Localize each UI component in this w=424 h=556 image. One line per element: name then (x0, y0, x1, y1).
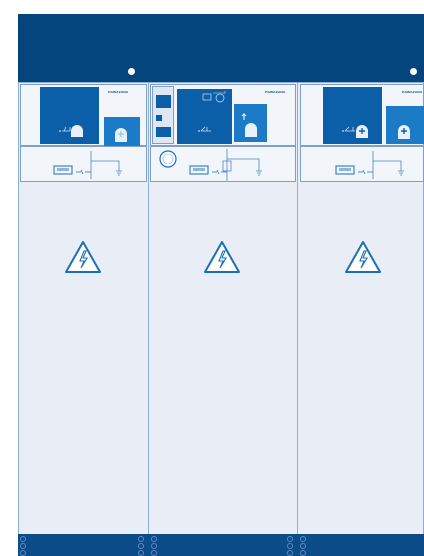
mimic-sub-middle (234, 104, 267, 142)
brand-label: HAWAZANA (108, 90, 129, 94)
plinth-rings-left (20, 536, 27, 556)
plinth-rings (138, 536, 145, 556)
high-voltage-warning-icon (65, 241, 101, 273)
switchgear-top-band (18, 14, 424, 82)
plinth-rings (287, 536, 294, 556)
mimic-diagram-middle (177, 89, 232, 144)
high-voltage-warning-icon (204, 241, 240, 273)
mimic-diagram-right (323, 87, 382, 144)
mimic-diagram-left (40, 87, 99, 144)
mimic-sub-right (386, 106, 424, 144)
brand-label: HAWAZANA (402, 90, 423, 94)
circular-meter-icon (158, 150, 176, 168)
control-lower-left (20, 146, 147, 182)
relay-unit (152, 86, 174, 144)
brand-label: HAWAZANA (265, 90, 286, 94)
relay-key (156, 115, 162, 121)
relay-display (156, 95, 171, 108)
switchgear-plinth (18, 534, 424, 556)
plinth-rings (300, 536, 307, 556)
indicator-dot-icon (128, 68, 135, 75)
mimic-sub-left (104, 117, 140, 146)
high-voltage-warning-icon (345, 241, 381, 273)
control-lower-right (300, 146, 424, 182)
indicator-dot-icon (410, 68, 417, 75)
relay-panel (156, 127, 171, 137)
plinth-rings (151, 536, 158, 556)
